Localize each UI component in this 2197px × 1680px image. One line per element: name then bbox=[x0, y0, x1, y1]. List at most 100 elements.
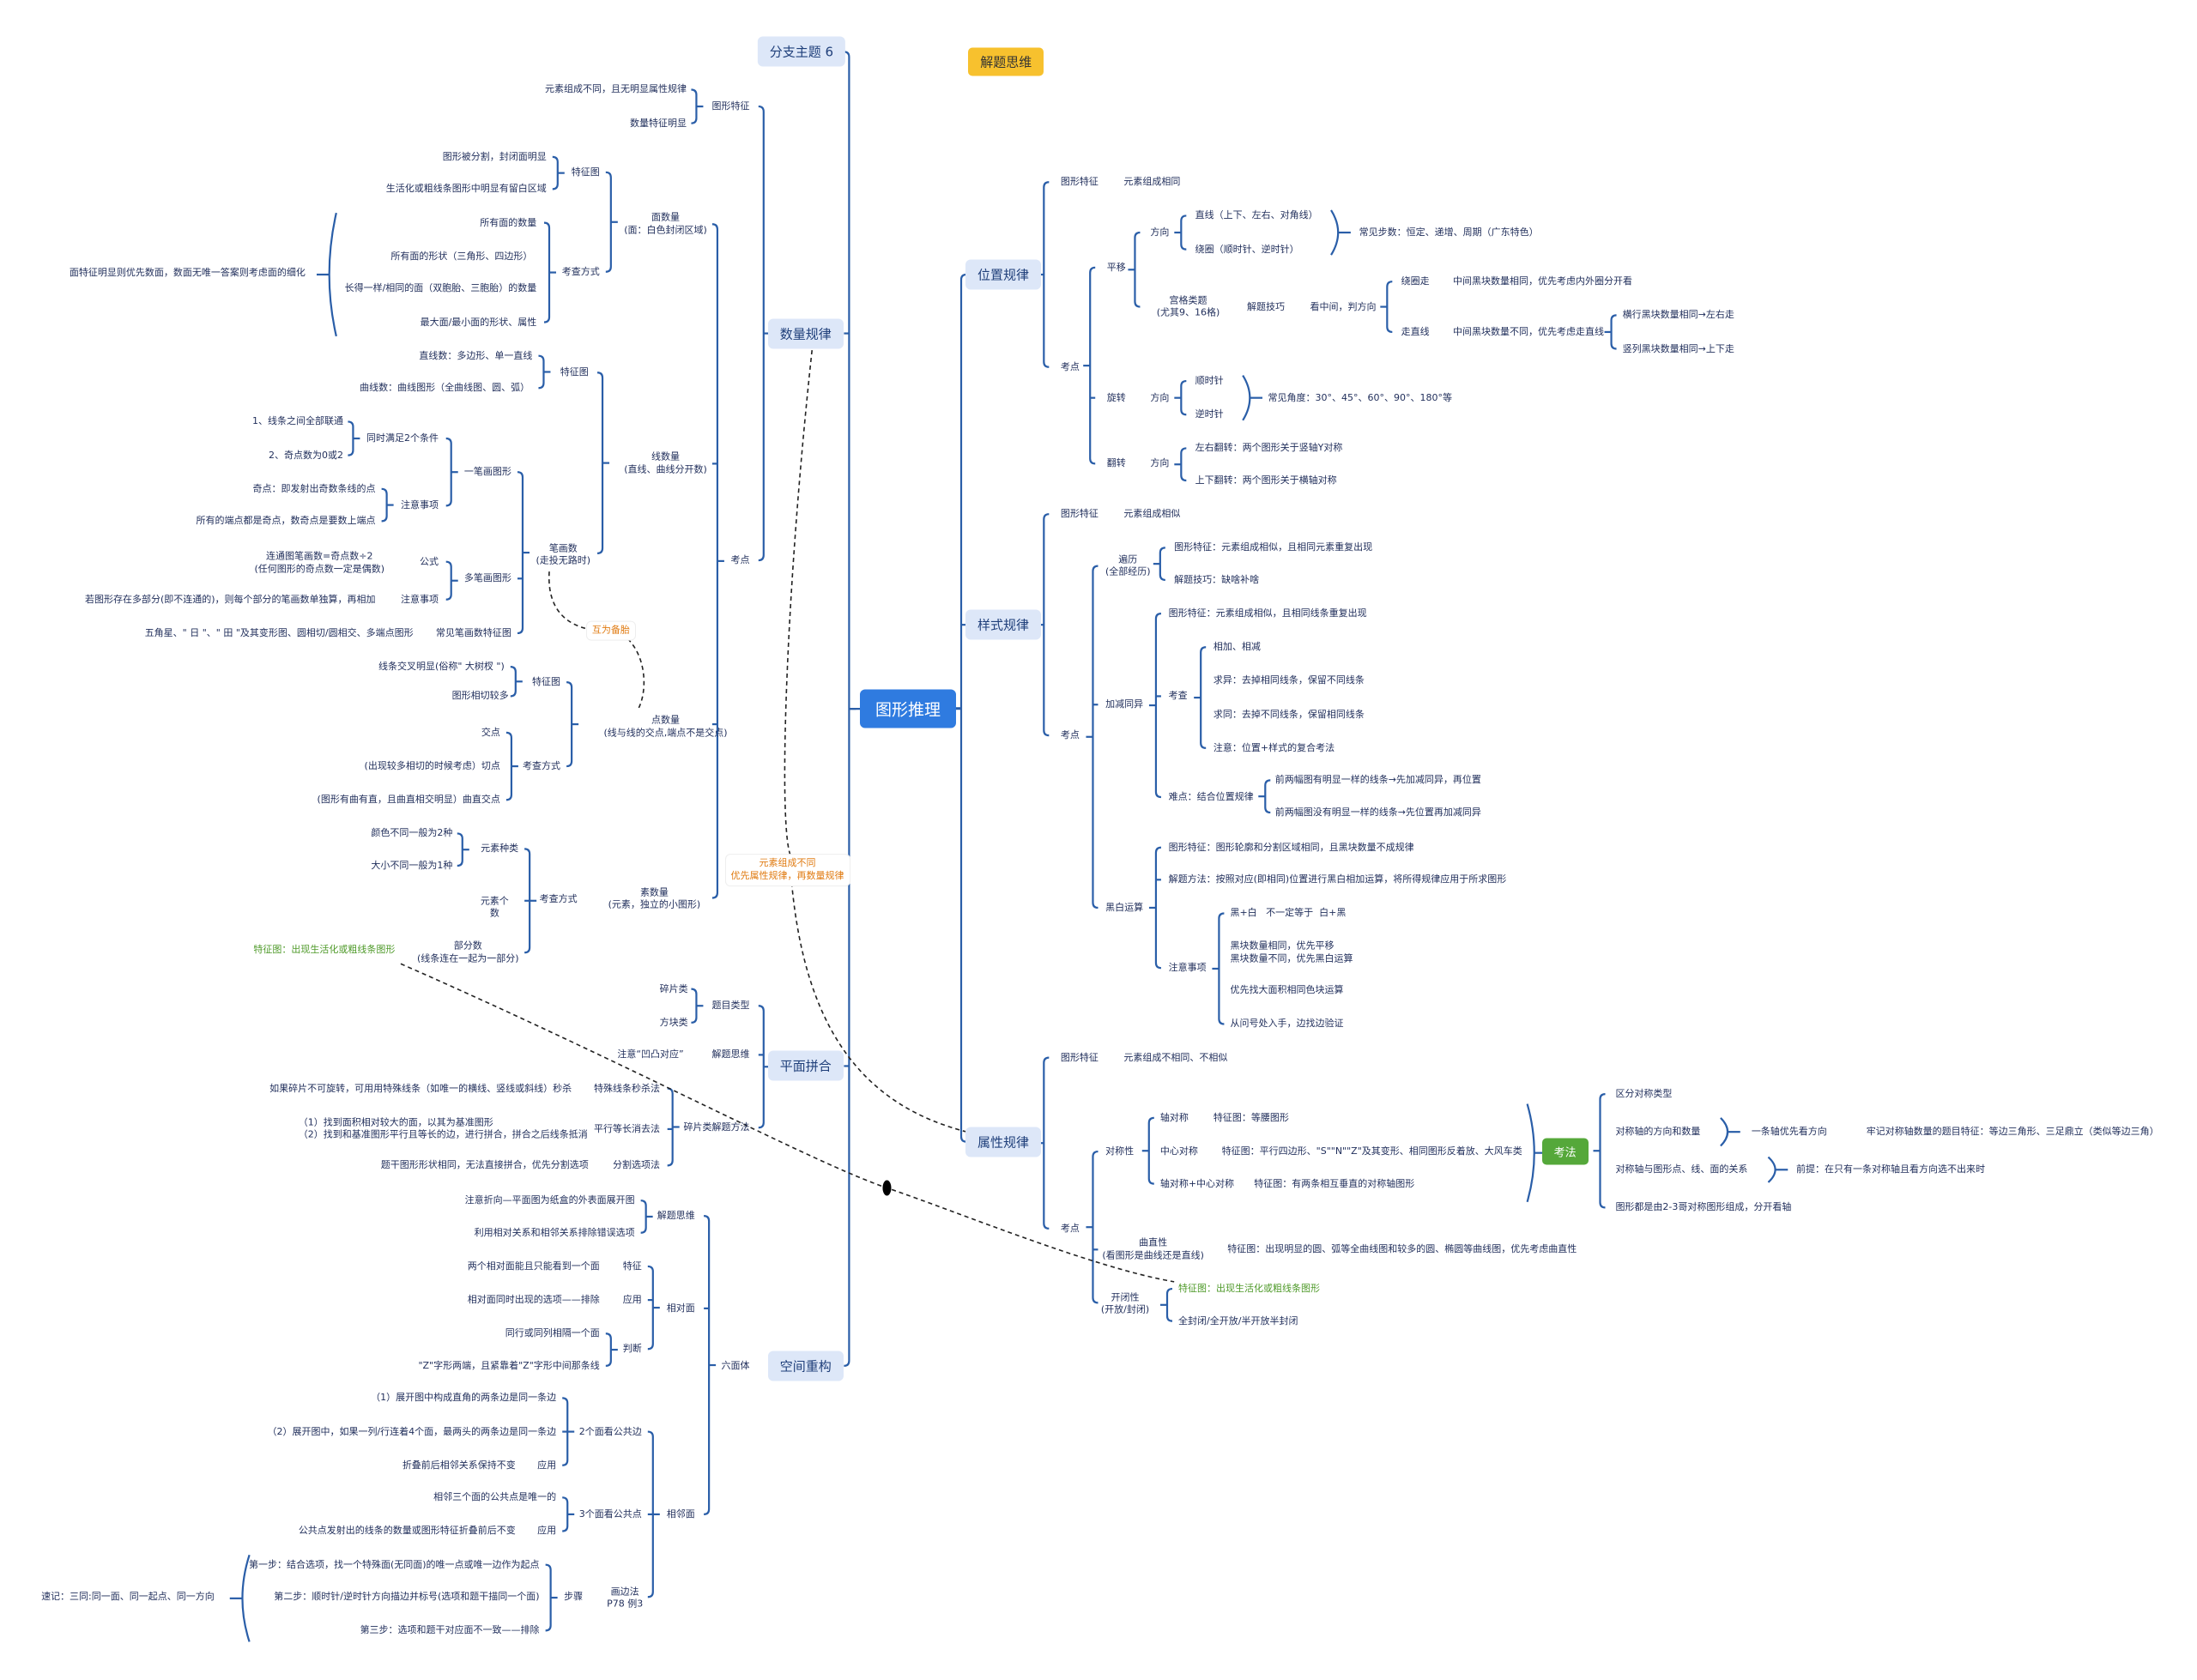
quantity-node[interactable]: 所有面的形状（三角形、四边形） bbox=[390, 251, 532, 263]
quantity-node[interactable]: 特征图 bbox=[572, 166, 600, 178]
style-node[interactable]: 黑白运算 bbox=[1105, 902, 1143, 914]
space-node[interactable]: 应用 bbox=[623, 1294, 642, 1306]
position-node[interactable]: 翻转 bbox=[1107, 457, 1126, 469]
attribute-node[interactable]: 轴对称 bbox=[1160, 1112, 1189, 1124]
branch-attribute-rule[interactable]: 属性规律 bbox=[965, 1127, 1041, 1157]
attribute-node[interactable]: 考点 bbox=[1061, 1223, 1080, 1235]
style-node[interactable]: 加减同异 bbox=[1105, 698, 1143, 710]
style-node[interactable]: 黑+白 不一定等于 白+黑 bbox=[1230, 907, 1346, 919]
quantity-node[interactable]: 线数量 (直线、曲线分开数) bbox=[624, 451, 707, 476]
attribute-node[interactable]: 特征图：平行四边形、"S""N""Z"及其变形、相同图形反着放、大风车类 bbox=[1222, 1145, 1522, 1157]
space-node[interactable]: 利用相对关系和相邻关系排除错误选项 bbox=[475, 1227, 635, 1239]
space-node[interactable]: 相对面同时出现的选项——排除 bbox=[468, 1294, 600, 1306]
quantity-node[interactable]: 面数量 (面：白色封闭区域) bbox=[624, 212, 707, 237]
space-node[interactable]: 3个面看公共点 bbox=[579, 1508, 642, 1520]
position-node[interactable]: 逆时针 bbox=[1195, 408, 1224, 420]
quantity-node[interactable]: 图形相切较多 bbox=[452, 690, 509, 702]
quantity-node[interactable]: 笔画数 (走投无路时) bbox=[536, 542, 591, 567]
plane-node[interactable]: 平行等长消去法 bbox=[594, 1123, 660, 1135]
quantity-node[interactable]: 元素种类 bbox=[481, 843, 518, 855]
position-node[interactable]: 直线（上下、左右、对角线） bbox=[1195, 209, 1318, 221]
plane-node[interactable]: （1）找到面积相对较大的面，以其为基准图形 （2）找到和基准图形平行且等长的边，… bbox=[299, 1117, 588, 1142]
quantity-node[interactable]: 数量特征明显 bbox=[630, 118, 687, 130]
style-node[interactable]: 从问号处入手，边找边验证 bbox=[1230, 1018, 1343, 1030]
position-node[interactable]: 绕圈（顺时针、逆时针） bbox=[1195, 243, 1299, 255]
space-node[interactable]: （1）展开图中构成直角的两条边是同一条边 bbox=[371, 1392, 556, 1404]
tag-solving-thinking[interactable]: 解题思维 bbox=[968, 47, 1044, 76]
branch-plane-assembly[interactable]: 平面拼合 bbox=[767, 1050, 844, 1081]
space-node[interactable]: 相邻三个面的公共点是唯一的 bbox=[433, 1491, 556, 1503]
quantity-node[interactable]: 大小不同一般为1种 bbox=[371, 860, 452, 872]
attribute-node[interactable]: 一条轴优先看方向 bbox=[1752, 1126, 1827, 1138]
style-node[interactable]: 图形特征：元素组成相似，且相同元素重复出现 bbox=[1174, 541, 1372, 553]
space-node[interactable]: 步骤 bbox=[564, 1591, 583, 1603]
branch-style-rule[interactable]: 样式规律 bbox=[965, 609, 1041, 640]
position-node[interactable]: 看中间，判方向 bbox=[1310, 300, 1377, 312]
position-node[interactable]: 走直线 bbox=[1401, 326, 1430, 338]
position-node[interactable]: 绕圈走 bbox=[1401, 275, 1430, 287]
attribute-node[interactable]: 曲直性 (看图形是曲线还是直线) bbox=[1102, 1237, 1204, 1262]
position-node[interactable]: 宫格类题 (尤其9、16格) bbox=[1157, 294, 1220, 319]
attribute-node[interactable]: 特征图：有两条相互垂直的对称轴图形 bbox=[1254, 1177, 1414, 1189]
style-node[interactable]: 求异：去掉相同线条，保留不同线条 bbox=[1213, 674, 1365, 686]
plane-node[interactable]: 题干图形形状相同，无法直接拼合，优先分割选项 bbox=[381, 1159, 589, 1171]
attribute-node[interactable]: 中心对称 bbox=[1160, 1145, 1198, 1157]
plane-node[interactable]: 碎片类解题方法 bbox=[683, 1121, 749, 1133]
space-node[interactable]: （2）展开图中，如果一列/行连着4个面，最两头的两条边是同一条边 bbox=[267, 1425, 556, 1437]
style-node[interactable]: 解题方法：按照对应(即相同)位置进行黑白相加运算，将所得规律应用于所求图形 bbox=[1169, 873, 1507, 885]
space-node[interactable]: 画边法 P78 例3 bbox=[607, 1586, 643, 1611]
quantity-node[interactable]: 线条交叉明显(俗称" 大树杈 ") bbox=[378, 661, 505, 673]
plane-node[interactable]: 方块类 bbox=[660, 1017, 688, 1029]
attribute-node[interactable]: 区分对称类型 bbox=[1615, 1088, 1672, 1100]
position-node[interactable]: 中间黑块数量相同，优先考虑内外圈分开看 bbox=[1453, 275, 1632, 287]
quantity-node[interactable]: 元素个 数 bbox=[481, 896, 509, 921]
branch-space-reconstruction[interactable]: 空间重构 bbox=[767, 1351, 844, 1381]
style-node[interactable]: 黑块数量相同，优先平移 黑块数量不同，优先黑白运算 bbox=[1230, 940, 1353, 965]
space-node[interactable]: 特征 bbox=[623, 1260, 642, 1272]
position-node[interactable]: 方向 bbox=[1150, 392, 1169, 404]
quantity-node[interactable]: 所有面的数量 bbox=[480, 216, 536, 228]
position-node[interactable]: 上下翻转：两个图形关于横轴对称 bbox=[1195, 474, 1337, 486]
attribute-node[interactable]: 对称轴的方向和数量 bbox=[1615, 1126, 1700, 1138]
quantity-node[interactable]: 颜色不同一般为2种 bbox=[371, 827, 452, 839]
style-node[interactable]: 注意事项 bbox=[1169, 962, 1207, 974]
style-node[interactable]: 元素组成相似 bbox=[1123, 508, 1180, 520]
attribute-node[interactable]: 对称性 bbox=[1105, 1145, 1134, 1157]
quantity-node[interactable]: 部分数 (线条连在一起为一部分) bbox=[417, 940, 519, 965]
position-node[interactable]: 横行黑块数量相同→左右走 bbox=[1623, 309, 1734, 321]
space-node[interactable]: 第三步：选项和题干对应面不一致——排除 bbox=[360, 1624, 540, 1636]
quantity-node[interactable]: 考查方式 bbox=[523, 760, 560, 772]
space-node[interactable]: 解题思维 bbox=[657, 1210, 695, 1222]
plane-node[interactable]: 如果碎片不可旋转，可用用特殊线条（如唯一的横线、竖线或斜线）秒杀 bbox=[269, 1082, 572, 1094]
style-node[interactable]: 考点 bbox=[1061, 729, 1080, 741]
plane-node[interactable]: 解题思维 bbox=[711, 1048, 749, 1061]
quantity-node[interactable]: 考查方式 bbox=[562, 266, 600, 278]
style-node[interactable]: 前两幅图有明显一样的线条→先加减同异，再位置 bbox=[1275, 774, 1481, 786]
quantity-node[interactable]: 长得一样/相同的面（双胞胎、三胞胎）的数量 bbox=[345, 282, 537, 294]
attribute-node[interactable]: 开闭性 (开放/封闭) bbox=[1101, 1292, 1149, 1317]
attribute-node[interactable]: 图形特征 bbox=[1061, 1051, 1098, 1063]
style-node[interactable]: 优先找大面积相同色块运算 bbox=[1230, 984, 1343, 996]
quantity-node[interactable]: (出现较多相切的时候考虑）切点 bbox=[365, 760, 500, 772]
space-node[interactable]: 判断 bbox=[623, 1343, 642, 1355]
plane-node[interactable]: 注意“凹凸对应” bbox=[617, 1048, 683, 1061]
style-node[interactable]: 前两幅图没有明显一样的线条→先位置再加减同异 bbox=[1275, 807, 1481, 819]
quantity-node[interactable]: 最大面/最小面的形状、属性 bbox=[421, 316, 537, 328]
style-node[interactable]: 注意：位置+样式的复合考法 bbox=[1213, 742, 1335, 754]
quantity-node[interactable]: 面特征明显则优先数面，数面无唯一答案则考虑面的细化 bbox=[70, 267, 306, 279]
plane-node[interactable]: 特殊线条秒杀法 bbox=[594, 1082, 660, 1094]
quantity-node[interactable]: 考点 bbox=[730, 554, 749, 566]
quantity-node[interactable]: 特征图：出现生活化或粗线条图形 bbox=[253, 944, 395, 956]
position-node[interactable]: 方向 bbox=[1150, 457, 1169, 469]
position-node[interactable]: 常见步数：恒定、递增、周期（广东特色） bbox=[1359, 227, 1539, 239]
quantity-node[interactable]: 2、奇点数为0或2 bbox=[269, 449, 343, 461]
space-node[interactable]: 折叠前后相邻关系保持不变 bbox=[402, 1459, 516, 1472]
space-node[interactable]: 速记：三同:同一面、同一起点、同一方向 bbox=[41, 1591, 215, 1603]
quantity-node[interactable]: 素数量 (元素，独立的小图形) bbox=[608, 887, 701, 912]
quantity-node[interactable]: 一笔画图形 bbox=[464, 466, 511, 478]
space-node[interactable]: 相邻面 bbox=[667, 1508, 695, 1520]
note-backup[interactable]: 互为备胎 bbox=[585, 620, 636, 641]
position-node[interactable]: 竖列黑块数量相同→上下走 bbox=[1623, 342, 1734, 354]
quantity-node[interactable]: 五角星、" 日 "、" 田 "及其变形图、圆相切/圆相交、多端点图形 bbox=[145, 627, 414, 639]
position-node[interactable]: 常见角度：30°、45°、60°、90°、180°等 bbox=[1268, 392, 1452, 404]
